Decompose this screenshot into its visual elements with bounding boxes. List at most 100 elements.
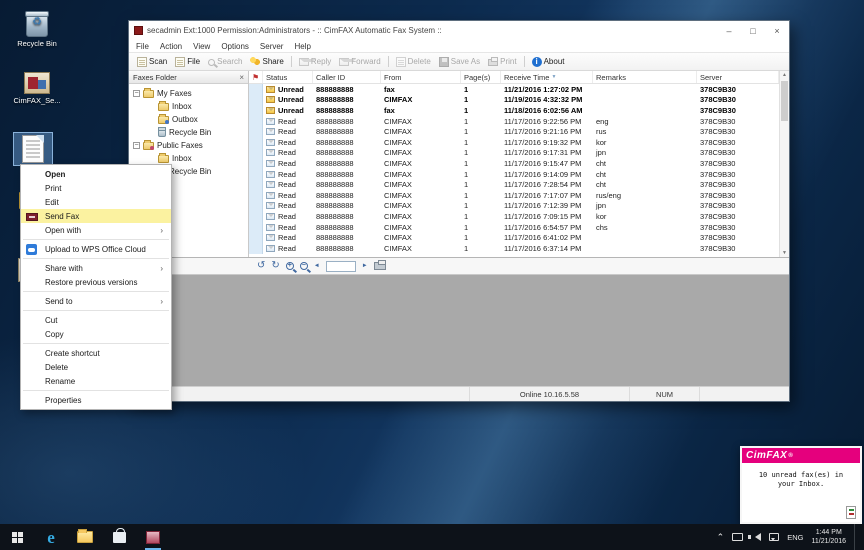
table-row[interactable]: Read888888888CIMFAX111/17/2016 9:17:31 P… xyxy=(249,148,779,159)
zoom-out-icon[interactable]: − xyxy=(300,262,308,270)
column-header-status[interactable]: Status xyxy=(263,71,313,83)
tree-item-outbox[interactable]: Outbox xyxy=(129,113,248,126)
table-row[interactable]: Read888888888CIMFAX111/17/2016 7:28:54 P… xyxy=(249,179,779,190)
table-row[interactable]: Unread888888888CIMFAX111/19/2016 4:32:32… xyxy=(249,95,779,106)
table-row[interactable]: Read888888888CIMFAX111/17/2016 6:54:57 P… xyxy=(249,222,779,233)
desktop-icon-recycle-bin[interactable]: Recycle Bin xyxy=(10,13,64,48)
menu-item-view[interactable]: View xyxy=(193,42,210,51)
page-input[interactable] xyxy=(326,261,356,272)
context-menu-item-rename[interactable]: Rename xyxy=(21,374,171,388)
table-row[interactable]: Unread888888888fax111/18/2016 6:02:56 AM… xyxy=(249,105,779,116)
table-row[interactable]: Read888888888CIMFAX111/17/2016 7:12:39 P… xyxy=(249,201,779,212)
context-menu-item-print[interactable]: Print xyxy=(21,181,171,195)
rotate-right-icon[interactable]: ↻ xyxy=(271,261,279,271)
print-fax-icon[interactable] xyxy=(374,262,386,270)
status-label: Unread xyxy=(278,106,304,115)
tree-collapse-icon[interactable]: − xyxy=(133,142,140,149)
search-button[interactable]: Search xyxy=(204,56,246,67)
forward-button[interactable]: Forward xyxy=(335,56,384,67)
table-row[interactable]: Read888888888CIMFAX111/17/2016 6:41:02 P… xyxy=(249,232,779,243)
taskbar-store[interactable] xyxy=(102,524,136,550)
column-header-pages[interactable]: Page(s) xyxy=(461,71,501,83)
desktop[interactable]: Recycle Bin CimFAX_Se... Ci Micr secadmi… xyxy=(0,0,864,550)
start-button[interactable] xyxy=(0,524,34,550)
desktop-icon-selected-file[interactable] xyxy=(6,132,60,166)
scroll-up-icon[interactable]: ▲ xyxy=(782,72,787,78)
column-header-from[interactable]: From xyxy=(381,71,461,83)
zoom-in-icon[interactable]: + xyxy=(286,262,294,270)
table-row[interactable]: Read888888888CIMFAX111/17/2016 7:17:07 P… xyxy=(249,190,779,201)
maximize-button[interactable]: □ xyxy=(741,21,765,40)
close-button[interactable]: × xyxy=(765,21,789,40)
table-row[interactable]: Read888888888CIMFAX111/17/2016 9:19:32 P… xyxy=(249,137,779,148)
context-menu-item-upload-to-wps-office-cloud[interactable]: Upload to WPS Office Cloud xyxy=(21,242,171,256)
context-menu-item-properties[interactable]: Properties xyxy=(21,393,171,407)
context-menu-item-open-with[interactable]: Open with› xyxy=(21,223,171,237)
menu-item-options[interactable]: Options xyxy=(221,42,249,51)
scan-button[interactable]: Scan xyxy=(133,56,171,68)
taskbar-edge[interactable]: e xyxy=(34,524,68,550)
panel-close-icon[interactable]: × xyxy=(239,73,244,82)
vertical-scrollbar[interactable]: ▲ ▼ xyxy=(779,71,789,257)
column-header-flag[interactable]: ⚑ xyxy=(249,71,263,83)
column-header-callerid[interactable]: Caller ID xyxy=(313,71,381,83)
speaker-icon[interactable] xyxy=(751,533,761,541)
cimfax-notification[interactable]: CimFAX® 10 unread fax(es) in your Inbox. xyxy=(740,446,862,524)
context-menu-item-send-to[interactable]: Send to› xyxy=(21,294,171,308)
column-header-receivetime[interactable]: Receive Time▼ xyxy=(501,71,593,83)
delete-button[interactable]: Delete xyxy=(392,56,435,68)
table-row[interactable]: Read888888888CIMFAX111/17/2016 6:37:14 P… xyxy=(249,243,779,254)
context-menu-item-open[interactable]: Open xyxy=(21,167,171,181)
tree-item-public-faxes[interactable]: −Public Faxes xyxy=(129,139,248,152)
table-row[interactable]: Unread888888888fax111/21/2016 1:27:02 PM… xyxy=(249,84,779,95)
context-menu-item-send-fax[interactable]: Send Fax xyxy=(21,209,171,223)
language-indicator[interactable]: ENG xyxy=(787,533,803,542)
tree-item-my-faxes[interactable]: −My Faxes xyxy=(129,87,248,100)
tray-expand-icon[interactable]: ⌃ xyxy=(717,532,725,543)
minimize-button[interactable]: – xyxy=(717,21,741,40)
desktop-icon-cimfax-setup[interactable]: CimFAX_Se... xyxy=(10,72,64,105)
tree-collapse-icon[interactable]: − xyxy=(133,90,140,97)
file-button[interactable]: File xyxy=(171,56,204,68)
table-row[interactable]: Read888888888CIMFAX111/17/2016 9:14:09 P… xyxy=(249,169,779,180)
next-page-icon[interactable]: ► xyxy=(362,263,368,269)
menu-item-server[interactable]: Server xyxy=(260,42,284,51)
clock[interactable]: 1:44 PM 11/21/2016 xyxy=(811,528,846,546)
rotate-left-icon[interactable]: ↺ xyxy=(257,261,265,271)
print-button[interactable]: Print xyxy=(484,56,520,67)
table-row[interactable]: Read888888888CIMFAX111/17/2016 9:21:16 P… xyxy=(249,126,779,137)
network-icon[interactable] xyxy=(732,533,743,541)
menu-item-help[interactable]: Help xyxy=(294,42,310,51)
column-header-server[interactable]: Server xyxy=(697,71,779,83)
title-bar[interactable]: secadmin Ext:1000 Permission:Administrat… xyxy=(129,21,789,40)
cell-receive_time: 11/17/2016 6:37:14 PM xyxy=(501,244,593,253)
table-row[interactable]: Read888888888CIMFAX111/17/2016 7:09:15 P… xyxy=(249,211,779,222)
context-menu-item-delete[interactable]: Delete xyxy=(21,360,171,374)
notification-center-icon[interactable] xyxy=(769,533,779,541)
menu-item-action[interactable]: Action xyxy=(160,42,182,51)
column-header-remarks[interactable]: Remarks xyxy=(593,71,697,83)
tree-item-inbox[interactable]: Inbox xyxy=(129,100,248,113)
context-menu-item-copy[interactable]: Copy xyxy=(21,327,171,341)
prev-page-icon[interactable]: ◄ xyxy=(314,263,320,269)
menu-item-file[interactable]: File xyxy=(136,42,149,51)
table-row[interactable]: Read888888888CIMFAX111/17/2016 9:22:56 P… xyxy=(249,116,779,127)
share-button[interactable]: Share xyxy=(246,56,287,68)
fax-preview-area[interactable] xyxy=(129,275,789,386)
save-as-button[interactable]: Save As xyxy=(435,56,484,68)
table-row[interactable]: Read888888888CIMFAX111/17/2016 9:15:47 P… xyxy=(249,158,779,169)
scroll-down-icon[interactable]: ▼ xyxy=(782,250,787,256)
context-menu-item-edit[interactable]: Edit xyxy=(21,195,171,209)
context-menu-item-share-with[interactable]: Share with› xyxy=(21,261,171,275)
context-menu-item-restore-previous-versions[interactable]: Restore previous versions xyxy=(21,275,171,289)
taskbar-file-explorer[interactable] xyxy=(68,524,102,550)
about-button[interactable]: iAbout xyxy=(528,56,569,68)
taskbar-cimfax-app[interactable] xyxy=(136,524,170,550)
show-desktop-button[interactable] xyxy=(854,524,858,550)
tree-item-recycle-bin[interactable]: Recycle Bin xyxy=(129,126,248,139)
reply-button[interactable]: Reply xyxy=(295,56,335,67)
scrollbar-thumb[interactable] xyxy=(781,81,788,121)
cell-status: Read xyxy=(263,244,313,253)
context-menu-item-cut[interactable]: Cut xyxy=(21,313,171,327)
context-menu-item-create-shortcut[interactable]: Create shortcut xyxy=(21,346,171,360)
